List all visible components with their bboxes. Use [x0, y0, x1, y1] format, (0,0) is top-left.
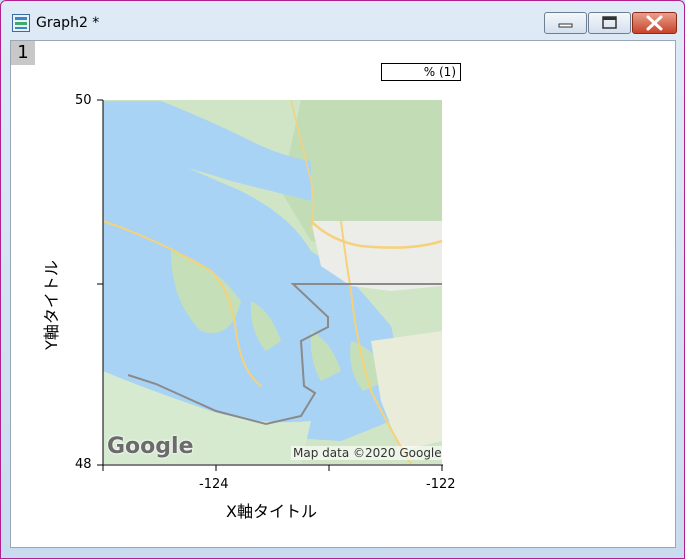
x-tick-label-124: -124 [199, 477, 229, 492]
minimize-icon [558, 23, 573, 28]
title-bar[interactable]: Graph2 * [1, 1, 684, 37]
close-button[interactable] [632, 12, 677, 34]
minimize-button[interactable] [544, 12, 587, 34]
graph-window: Graph2 * 1 % (1) 50 48 -124 -122 Y軸タイトル … [0, 0, 685, 559]
google-logo: Google [107, 434, 194, 459]
restore-icon [602, 16, 617, 29]
close-icon [646, 15, 663, 31]
graph-app-icon [12, 14, 30, 32]
window-title: Graph2 * [36, 15, 100, 31]
maximize-button[interactable] [588, 12, 631, 34]
x-tick-label-122: -122 [426, 477, 456, 492]
map-credit: Map data ©2020 Google [291, 446, 444, 460]
graph-page[interactable]: 1 % (1) 50 48 -124 -122 Y軸タイトル X軸タイトル Go… [10, 40, 676, 548]
x-axis-title[interactable]: X軸タイトル [226, 498, 317, 522]
y-tick-label-50: 50 [75, 93, 92, 108]
map-image [102, 99, 443, 465]
plot-area[interactable] [11, 41, 677, 549]
y-axis-title[interactable]: Y軸タイトル [38, 255, 62, 355]
y-tick-label-48: 48 [75, 457, 92, 472]
